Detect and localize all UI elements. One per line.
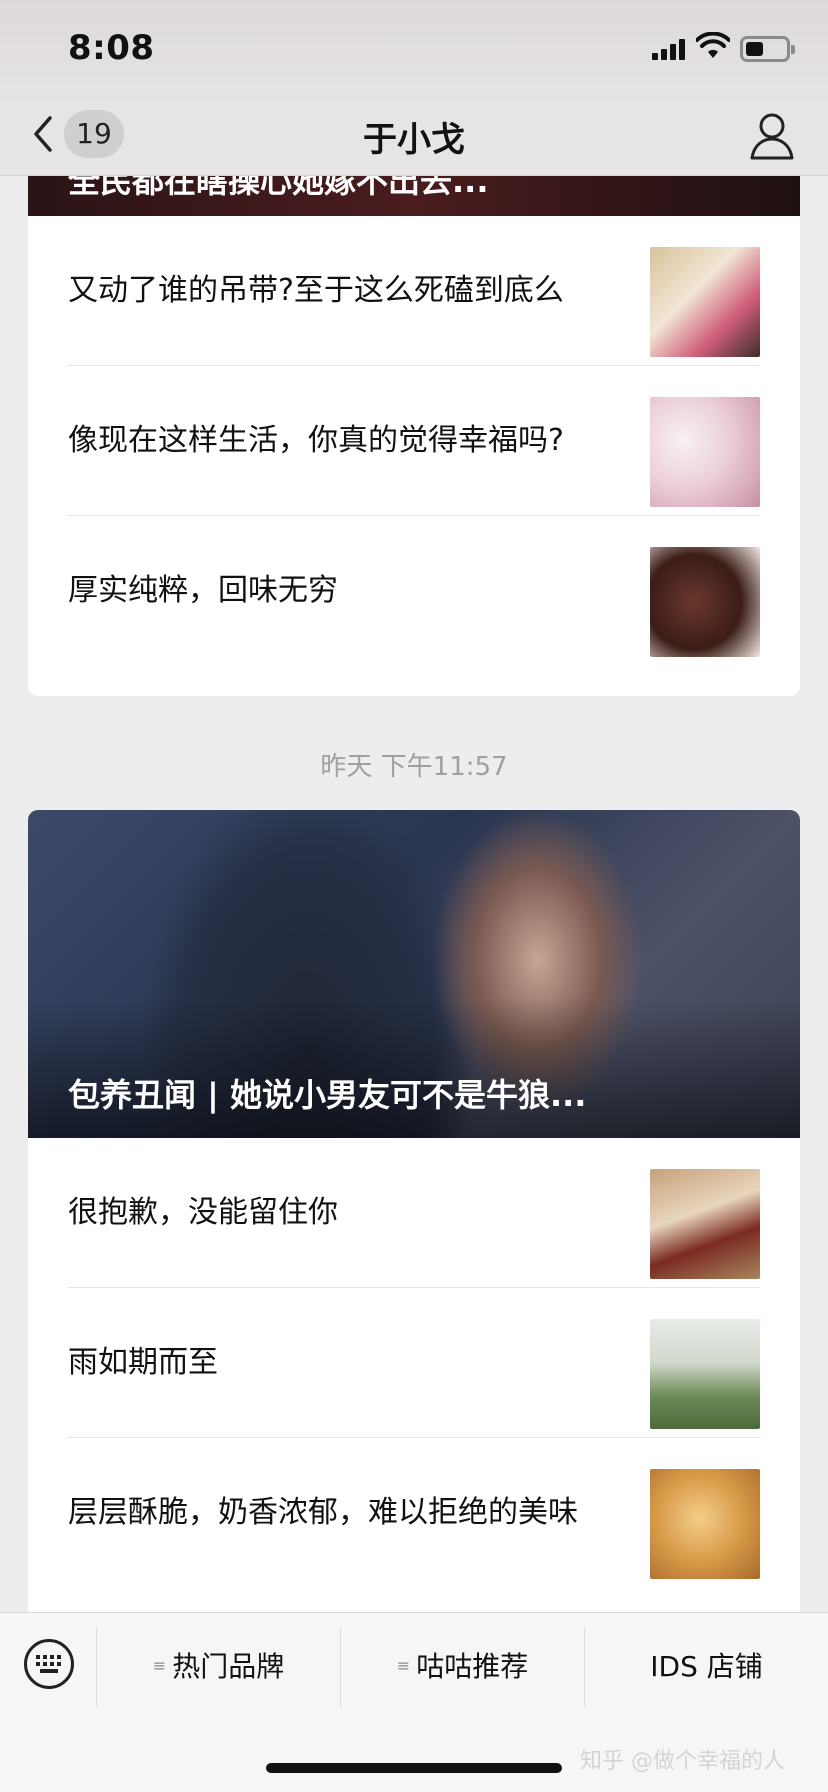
message-timestamp: 昨天 下午11:57 — [320, 752, 508, 782]
profile-icon[interactable] — [748, 108, 796, 164]
menu-item-hot-brands[interactable]: ≡ 热门品牌 — [97, 1643, 340, 1687]
wifi-icon — [696, 32, 730, 58]
menu-item-ids-store[interactable]: IDS 店铺 — [585, 1643, 828, 1687]
article-thumbnail — [650, 247, 760, 357]
cellular-signal-icon — [652, 38, 688, 60]
article-thumbnail — [650, 547, 760, 657]
home-indicator[interactable] — [266, 1763, 562, 1773]
status-time: 8:08 — [68, 28, 155, 68]
menu-item-label: IDS 店铺 — [650, 1650, 763, 1683]
article-title: 很抱歉，没能留住你 — [68, 1194, 338, 1230]
submenu-icon: ≡ — [152, 1655, 167, 1675]
article-title: 层层酥脆，奶香浓郁，难以拒绝的美味 — [68, 1495, 578, 1530]
article-item[interactable]: 像现在这样生活，你真的觉得幸福吗? — [68, 366, 760, 516]
battery-icon — [740, 36, 795, 62]
bottom-menu-bar: ≡ 热门品牌 ≡ 咕咕推荐 IDS 店铺 知乎 @做个幸福的人 — [0, 1612, 828, 1792]
keyboard-toggle-icon[interactable] — [24, 1639, 74, 1689]
article-title: 像现在这样生活，你真的觉得幸福吗? — [68, 422, 564, 458]
menu-item-label: 咕咕推荐 — [416, 1650, 529, 1683]
cover-article-title: 包养丑闻 | 她说小男友可不是牛狼... — [68, 1076, 587, 1114]
article-item[interactable]: 又动了谁的吊带?至于这么死磕到底么 — [68, 216, 760, 366]
article-group-card: 包养丑闻 | 她说小男友可不是牛狼... 很抱歉，没能留住你 雨如期而至 层层酥… — [28, 810, 800, 1612]
status-bar: 8:08 — [0, 0, 828, 100]
article-thumbnail — [650, 1469, 760, 1579]
watermark: 知乎 @做个幸福的人 — [580, 1749, 785, 1774]
article-title: 雨如期而至 — [68, 1344, 218, 1380]
article-item[interactable]: 厚实纯粹，回味无穷 — [68, 516, 760, 666]
article-title: 厚实纯粹，回味无穷 — [68, 573, 338, 608]
page-title: 于小戈 — [363, 120, 465, 160]
article-item[interactable]: 很抱歉，没能留住你 — [68, 1138, 760, 1288]
article-group-card: 全民都在瞎操心她嫁不出去... 又动了谁的吊带?至于这么死磕到底么 像现在这样生… — [28, 176, 800, 696]
nav-bar: 19 于小戈 — [0, 100, 828, 176]
message-list[interactable]: 全民都在瞎操心她嫁不出去... 又动了谁的吊带?至于这么死磕到底么 像现在这样生… — [0, 176, 828, 1612]
article-item[interactable]: 雨如期而至 — [68, 1288, 760, 1438]
article-thumbnail — [650, 1169, 760, 1279]
article-item[interactable]: 层层酥脆，奶香浓郁，难以拒绝的美味 — [68, 1438, 760, 1588]
cover-article[interactable]: 全民都在瞎操心她嫁不出去... — [28, 176, 800, 216]
menu-item-label: 热门品牌 — [172, 1650, 285, 1683]
article-title: 又动了谁的吊带?至于这么死磕到底么 — [68, 272, 564, 308]
article-thumbnail — [650, 397, 760, 507]
submenu-icon: ≡ — [396, 1655, 411, 1675]
article-thumbnail — [650, 1319, 760, 1429]
cover-article-title: 全民都在瞎操心她嫁不出去... — [68, 176, 489, 200]
menu-item-recommend[interactable]: ≡ 咕咕推荐 — [341, 1643, 584, 1687]
cover-article[interactable]: 包养丑闻 | 她说小男友可不是牛狼... — [28, 810, 800, 1138]
